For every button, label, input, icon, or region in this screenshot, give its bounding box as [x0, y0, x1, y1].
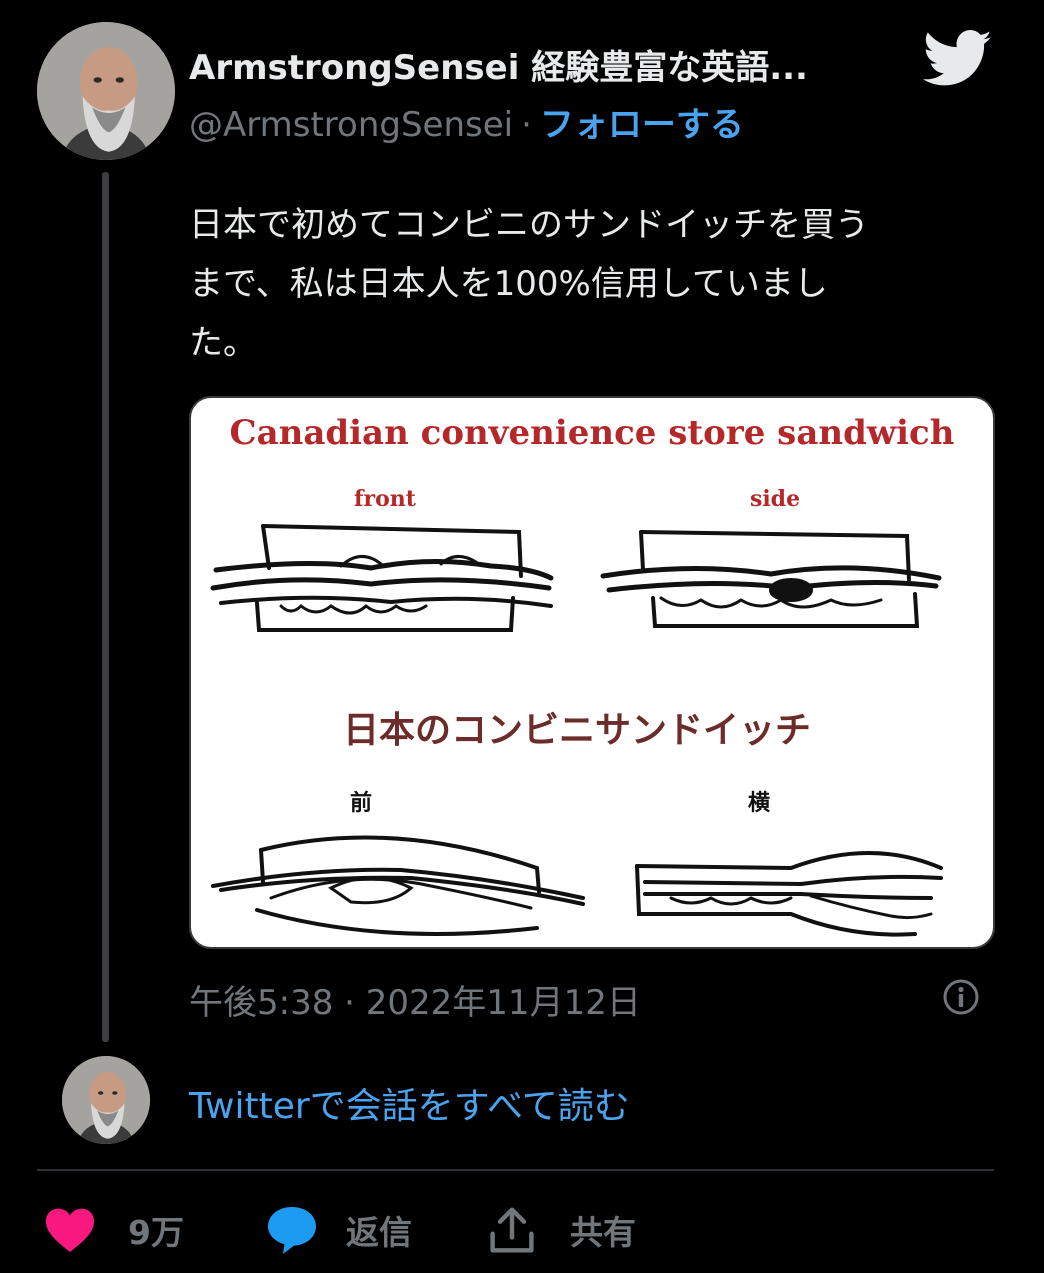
illustration-title-en: Canadian convenience store sandwich: [230, 413, 955, 453]
canadian-sandwich-front: [210, 524, 554, 632]
illustration-title-ja: 日本のコンビニサンドイッチ: [343, 710, 811, 751]
canadian-sandwich-side: [600, 530, 942, 628]
reply-button[interactable]: 返信: [266, 1200, 412, 1260]
share-label: 共有: [570, 1213, 636, 1252]
follow-button[interactable]: フォローする: [540, 105, 744, 145]
author-name[interactable]: ArmstrongSensei 経験豊富な英語...: [189, 40, 808, 89]
author-avatar[interactable]: [37, 22, 175, 160]
label-yoko: 横: [748, 791, 770, 816]
speech-bubble-icon: [268, 1207, 316, 1254]
twitter-bird-icon[interactable]: [922, 30, 994, 88]
japanese-sandwich-front: [211, 835, 585, 936]
label-front: front: [354, 486, 417, 512]
label-mae: 前: [350, 790, 372, 816]
author-avatar-small[interactable]: [62, 1056, 150, 1144]
label-side: side: [750, 486, 800, 512]
author-handle[interactable]: @ArmstrongSensei: [189, 105, 513, 145]
divider: [37, 1169, 994, 1171]
handle-row: @ArmstrongSensei · フォローする: [189, 97, 744, 146]
like-button[interactable]: 9万: [44, 1200, 184, 1260]
reply-label: 返信: [346, 1213, 412, 1252]
tweet-image[interactable]: Canadian convenience store sandwich fron…: [189, 396, 995, 949]
like-count: 9万: [128, 1213, 184, 1252]
timestamp[interactable]: 午後5:38 · 2022年11月12日: [189, 975, 641, 1024]
info-icon[interactable]: [942, 978, 980, 1016]
tweet-text: 日本で初めてコンビニのサンドイッチを買う まで、私は日本人を100%信用していま…: [189, 205, 869, 363]
share-icon: [490, 1207, 534, 1253]
separator: ·: [521, 105, 532, 145]
share-button[interactable]: 共有: [488, 1200, 636, 1260]
heart-icon: [45, 1208, 95, 1252]
japanese-sandwich-side: [635, 851, 943, 937]
thread-line: [102, 172, 109, 1042]
read-conversation-link[interactable]: Twitterで会話をすべて読む: [189, 1077, 630, 1129]
